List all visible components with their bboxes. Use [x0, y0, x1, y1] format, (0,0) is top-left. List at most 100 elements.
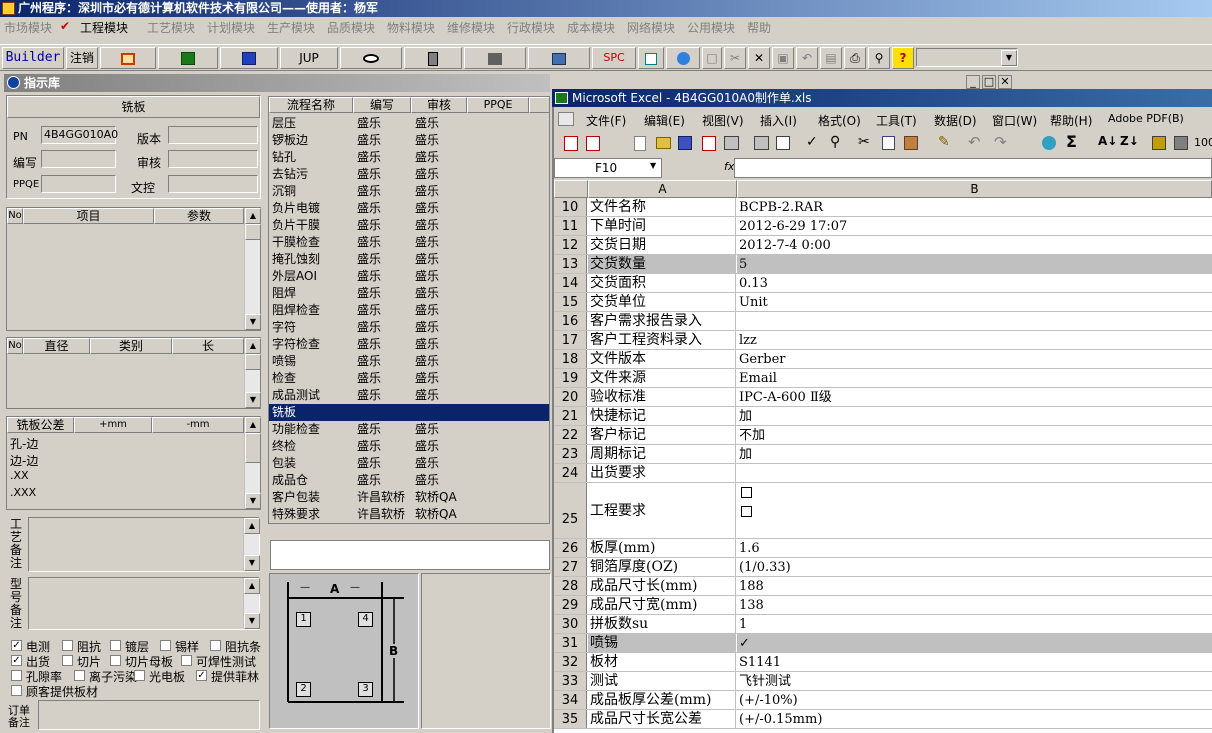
builder-button[interactable]: Builder [2, 47, 64, 69]
new-icon[interactable]: □ [702, 47, 722, 69]
model-remark-field[interactable]: ▲ ▼ [28, 577, 260, 630]
menu-production[interactable]: 生产模块 [267, 19, 315, 36]
order-remark-field[interactable] [38, 700, 260, 730]
logout-button[interactable]: 注销 [66, 47, 98, 69]
cell-b[interactable] [737, 312, 1212, 330]
spc-button[interactable]: SPC [592, 47, 636, 69]
network-icon[interactable] [464, 47, 526, 69]
process-note-field[interactable] [270, 540, 550, 570]
process-row[interactable]: 终检 盛乐 盛乐 [269, 438, 549, 455]
row-header[interactable]: 30 [554, 615, 587, 633]
pdf-icon[interactable] [702, 136, 716, 151]
column-header-a[interactable]: A [588, 180, 737, 198]
help-icon[interactable]: ? [892, 47, 914, 69]
row-header[interactable]: 31 [554, 634, 587, 652]
process-row[interactable]: 功能检查 盛乐 盛乐 [269, 421, 549, 438]
cell-a[interactable]: 喷锡 [588, 634, 736, 652]
spelling-icon[interactable]: ✓ [806, 134, 818, 150]
reviewer-field[interactable] [168, 150, 258, 168]
zoom-box[interactable]: 100 [1194, 136, 1212, 149]
cell-b[interactable]: lzz [737, 331, 1212, 349]
cell-b[interactable]: Unit [737, 293, 1212, 311]
pn-field[interactable]: 4B4GG010A0 [41, 126, 118, 144]
cell-a[interactable]: 测试 [588, 672, 736, 690]
process-row[interactable]: 干膜检查 盛乐 盛乐 [269, 234, 549, 251]
cell-a[interactable]: 出货要求 [588, 464, 736, 482]
cell-a[interactable]: 客户需求报告录入 [588, 312, 736, 330]
print-preview-icon[interactable] [776, 136, 790, 150]
checkbox[interactable] [134, 670, 145, 681]
cell-a[interactable]: 拼板数su [588, 615, 736, 633]
open-icon[interactable] [656, 137, 671, 149]
menu-public[interactable]: 公用模块 [687, 19, 735, 36]
database-icon[interactable] [404, 47, 462, 69]
row-header[interactable]: 14 [554, 274, 587, 292]
cell-a[interactable]: 快捷标记 [588, 407, 736, 425]
row-header[interactable]: 20 [554, 388, 587, 406]
tol-scrollbar[interactable]: ▲ ▼ [244, 417, 261, 509]
delete-icon[interactable]: ✕ [748, 47, 770, 69]
name-box[interactable]: F10 [554, 158, 662, 178]
process-row[interactable]: 阻焊 盛乐 盛乐 [269, 285, 549, 302]
row-header[interactable]: 12 [554, 236, 587, 254]
paste-icon[interactable] [904, 136, 918, 150]
excel-menu-help[interactable]: 帮助(H) [1050, 112, 1092, 129]
pdf-settings-icon[interactable] [586, 136, 600, 151]
cell-b[interactable]: Gerber [737, 350, 1212, 368]
row-header[interactable]: 17 [554, 331, 587, 349]
cell-a[interactable]: 验收标准 [588, 388, 736, 406]
checkbox[interactable] [160, 640, 171, 651]
cell-b[interactable]: 2012-6-29 17:07 [737, 217, 1212, 235]
chart-wizard-icon[interactable] [1152, 136, 1166, 150]
scroll-down-icon[interactable]: ▼ [245, 314, 261, 330]
version-field[interactable] [168, 126, 258, 144]
writer-field[interactable] [41, 150, 116, 168]
find-icon[interactable]: ⚲ [868, 47, 890, 69]
cell-b[interactable] [737, 464, 1212, 482]
excel-menu-window[interactable]: 窗口(W) [992, 112, 1037, 129]
cell-b[interactable]: 188 [737, 577, 1212, 595]
cell-a[interactable]: 成品尺寸长(mm) [588, 577, 736, 595]
checkbox[interactable]: ✓ [11, 640, 22, 651]
cell-a[interactable]: 文件版本 [588, 350, 736, 368]
cell-b[interactable]: 1 [737, 615, 1212, 633]
checkbox[interactable]: ✓ [196, 670, 207, 681]
process-row[interactable]: 成品仓 盛乐 盛乐 [269, 472, 549, 489]
row-header[interactable]: 19 [554, 369, 587, 387]
save-icon[interactable] [678, 136, 692, 150]
scroll-down-icon[interactable]: ▼ [244, 613, 260, 629]
process-row[interactable]: 字符 盛乐 盛乐 [269, 319, 549, 336]
document-icon[interactable] [558, 112, 574, 126]
menu-help[interactable]: 帮助 [747, 19, 771, 36]
cell-b[interactable]: BCPB-2.RAR [737, 198, 1212, 216]
eye-icon[interactable] [340, 47, 402, 69]
cell-a[interactable]: 交货单位 [588, 293, 736, 311]
fx-icon[interactable]: fx [724, 160, 734, 173]
cell-b[interactable]: 1.6 [737, 539, 1212, 557]
cell-a[interactable]: 成品尺寸长宽公差 [588, 710, 736, 728]
menu-admin[interactable]: 行政模块 [507, 19, 555, 36]
scroll-thumb[interactable] [245, 433, 261, 463]
sort-ascending-icon[interactable]: A↓ [1098, 134, 1117, 148]
select-all-corner[interactable] [554, 180, 588, 198]
cut-icon[interactable]: ✂ [858, 134, 870, 150]
cell-b[interactable]: S1141 [737, 653, 1212, 671]
process-row[interactable]: 去钻污 盛乐 盛乐 [269, 166, 549, 183]
process-row[interactable]: 阻焊检查 盛乐 盛乐 [269, 302, 549, 319]
doc-control-field[interactable] [168, 175, 258, 193]
process-row[interactable]: 负片电镀 盛乐 盛乐 [269, 200, 549, 217]
chevron-down-icon[interactable]: ▼ [1001, 50, 1017, 66]
row-header[interactable]: 29 [554, 596, 587, 614]
remark2-scrollbar[interactable]: ▲ ▼ [243, 578, 260, 629]
pdf-icon[interactable] [564, 136, 578, 151]
scroll-down-icon[interactable]: ▼ [245, 392, 261, 408]
scroll-down-icon[interactable]: ▼ [245, 493, 261, 509]
research-icon[interactable]: ⚲ [830, 134, 840, 150]
redo-icon[interactable]: ↷ [994, 133, 1007, 151]
cell-a[interactable]: 文件名称 [588, 198, 736, 216]
maximize-icon[interactable]: □ [982, 75, 996, 89]
cell-a[interactable]: 铜箔厚度(OZ) [588, 558, 736, 576]
cell-a[interactable]: 板厚(mm) [588, 539, 736, 557]
word-icon[interactable] [220, 47, 278, 69]
menu-material[interactable]: 物料模块 [387, 19, 435, 36]
